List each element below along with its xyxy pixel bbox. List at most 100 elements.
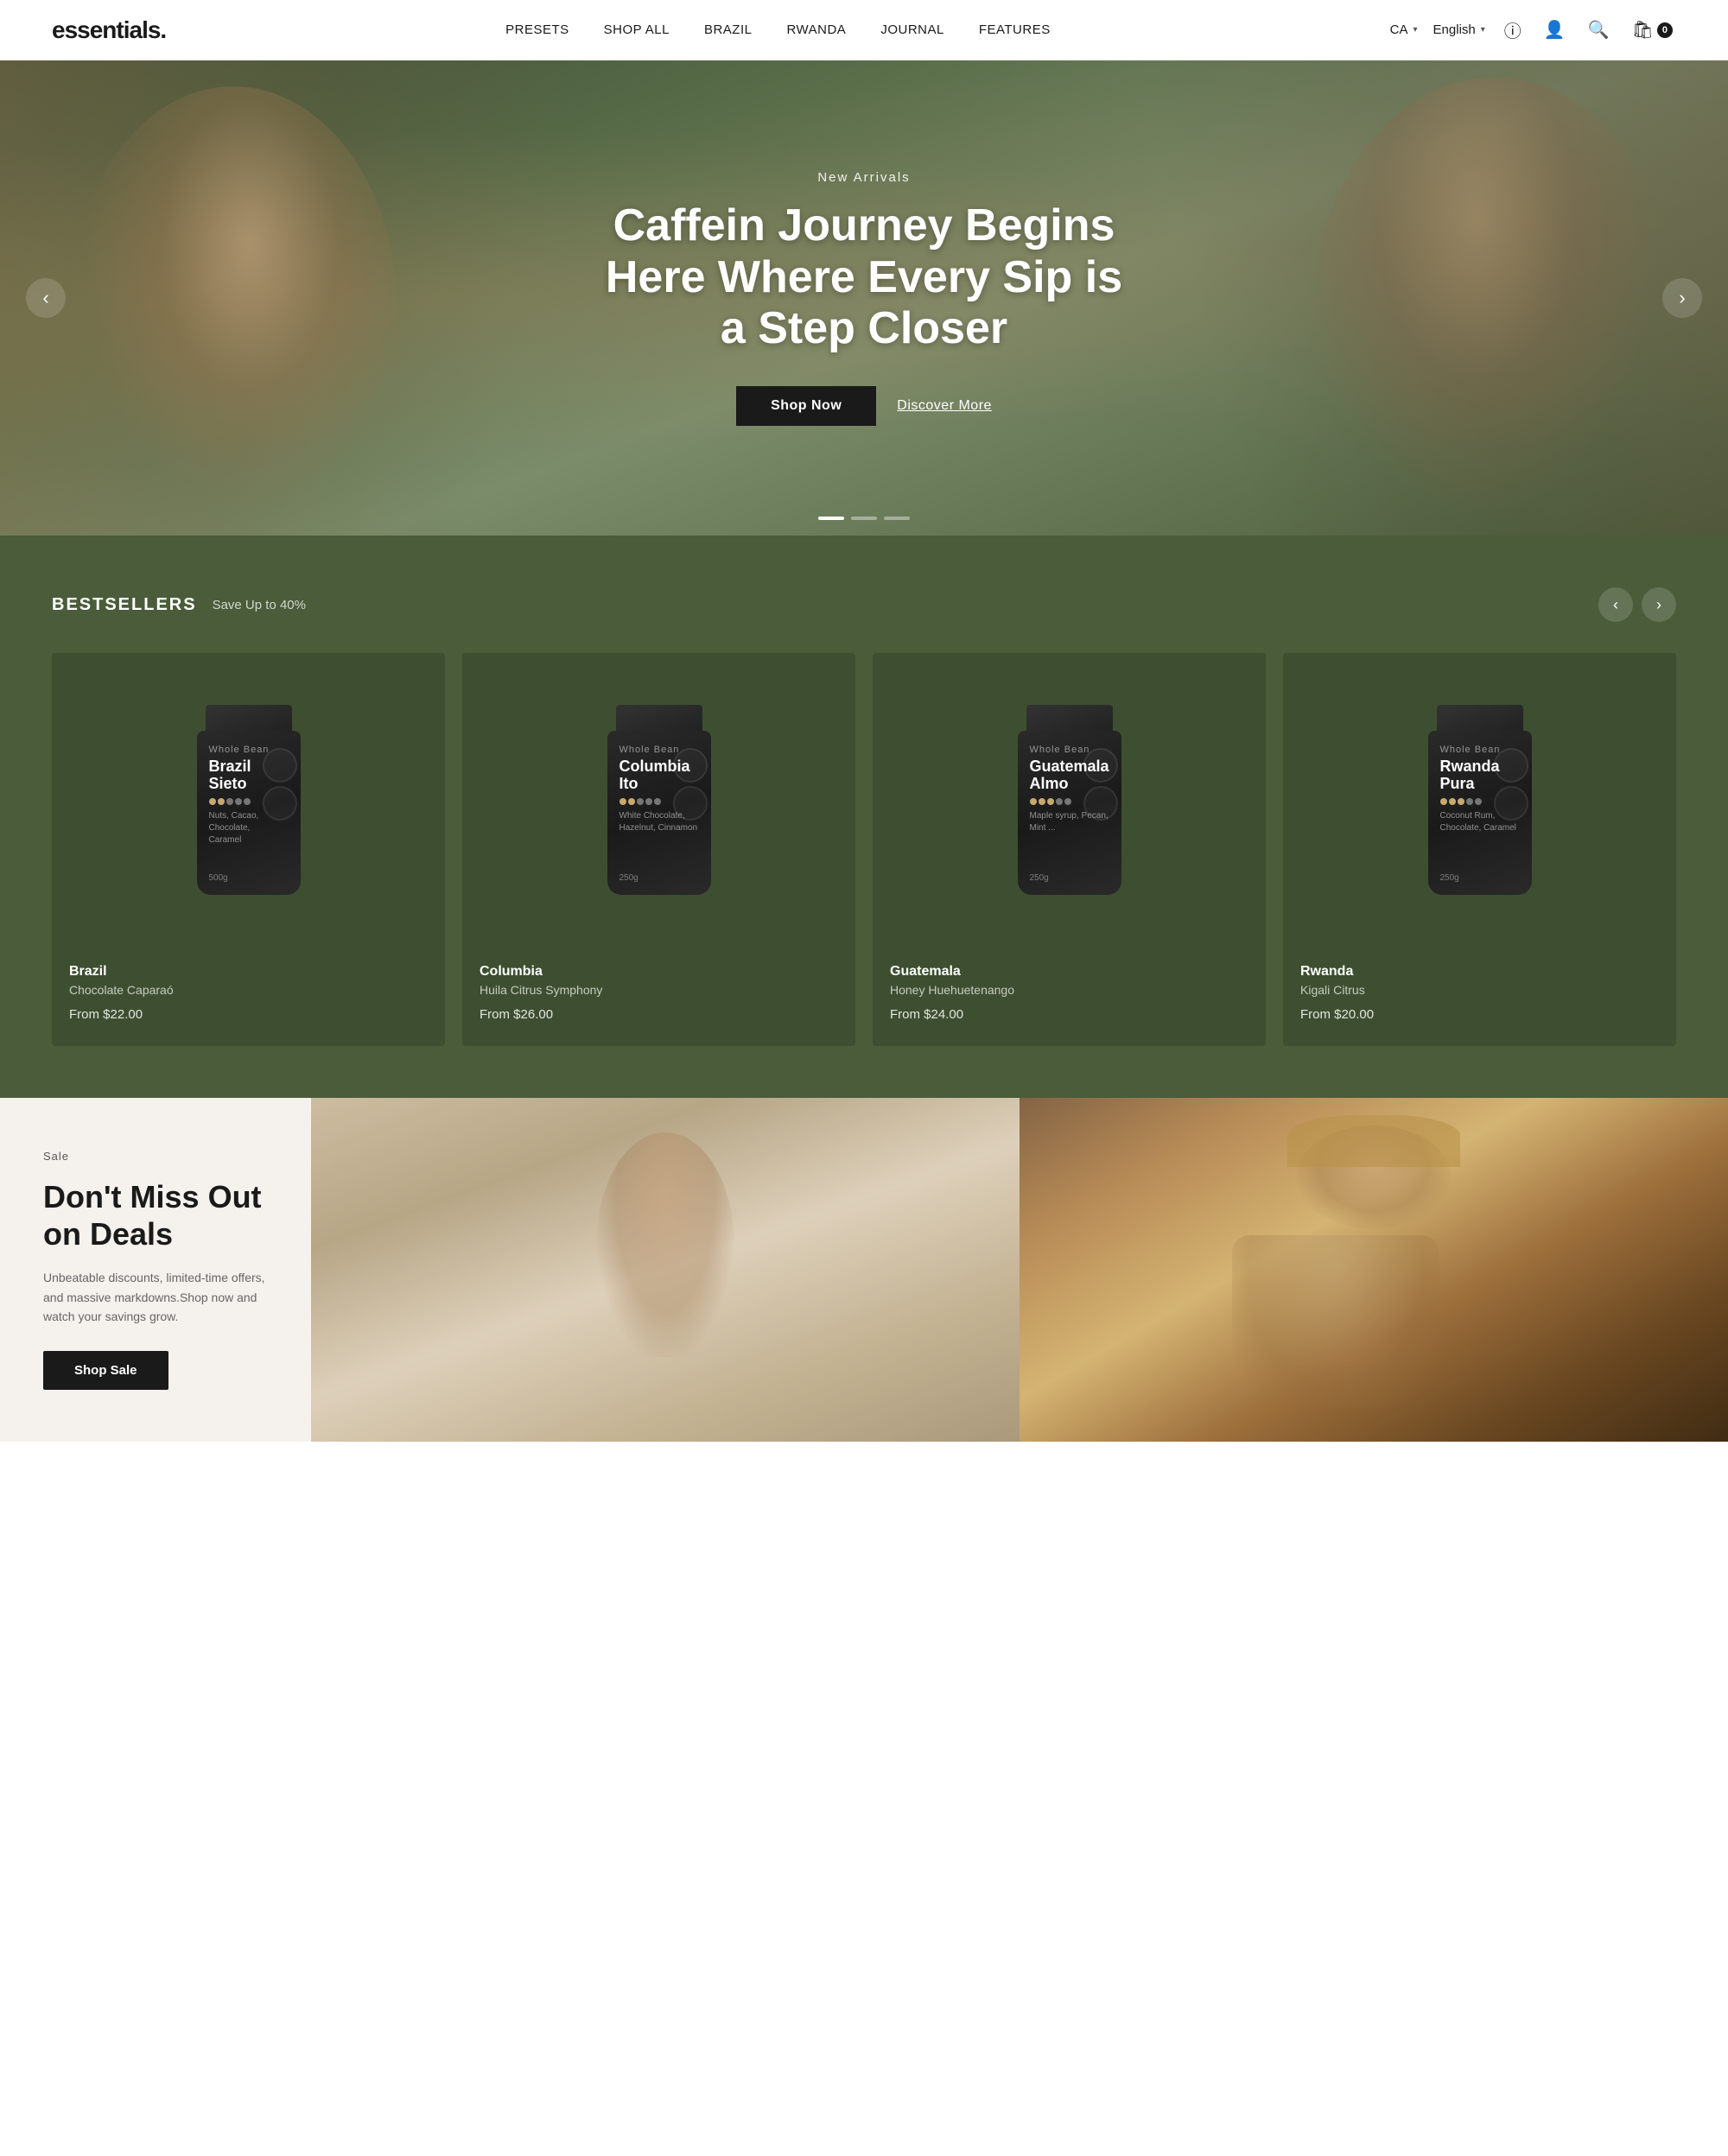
product-region-guatemala: Guatemala (890, 964, 1248, 980)
product-card-rwanda[interactable]: Whole Bean RwandaPura Coconut Rum,Chocol… (1283, 653, 1676, 1046)
circle-2-3 (1083, 786, 1118, 821)
circle-2-4 (1494, 786, 1528, 821)
nav-link-brazil[interactable]: BRAZIL (704, 22, 753, 37)
shop-now-button[interactable]: Shop Now (736, 386, 876, 426)
star-5 (244, 798, 251, 805)
product-card-columbia[interactable]: Whole Bean ColumbiaIto White Chocolate,H… (462, 653, 855, 1046)
star-4 (1056, 798, 1063, 805)
section-header-left: BESTSELLERS Save Up to 40% (52, 595, 306, 615)
hero-dot-1[interactable] (818, 517, 844, 520)
star-5 (1064, 798, 1071, 805)
nav-item-rwanda[interactable]: RWANDA (786, 22, 846, 38)
hero-dot-2[interactable] (851, 517, 877, 520)
hero-dot-3[interactable] (884, 517, 910, 520)
discover-more-button[interactable]: Discover More (897, 398, 992, 414)
section-subtitle: Save Up to 40% (213, 598, 306, 612)
coffee-bag-body: Whole Bean BrazilSieto Nuts, Cacao, Choc… (197, 731, 301, 895)
hero-prev-button[interactable]: ‹ (26, 278, 66, 318)
coffee-bag-rwanda: Whole Bean RwandaPura Coconut Rum,Chocol… (1420, 705, 1541, 895)
language-selector[interactable]: English ▾ (1433, 22, 1485, 37)
coffee-bag-brazil: Whole Bean BrazilSieto Nuts, Cacao, Choc… (188, 705, 309, 895)
hero-next-button[interactable]: › (1662, 278, 1702, 318)
coffee-bag-top-2 (616, 705, 702, 731)
circle-2-2 (673, 786, 708, 821)
image-overlay-1 (311, 1098, 1020, 1442)
star-2 (1039, 798, 1045, 805)
brand-logo[interactable]: essentials. (52, 16, 166, 44)
bag-stars-brazil (209, 798, 251, 805)
hero-dots (818, 517, 910, 520)
hero-tag: New Arrivals (596, 170, 1132, 185)
nav-link-features[interactable]: FEATURES (979, 22, 1051, 37)
country-label: CA (1390, 22, 1408, 37)
nav-item-presets[interactable]: PRESETS (505, 22, 569, 38)
sale-title: Don't Miss Out on Deals (43, 1178, 268, 1252)
coffee-bag-top-3 (1026, 705, 1113, 731)
section-title: BESTSELLERS (52, 595, 197, 615)
hero-section: ‹ New Arrivals Caffein Journey Begins He… (0, 60, 1728, 536)
coffee-bag-circles-4 (1494, 748, 1528, 821)
product-region-rwanda: Rwanda (1300, 964, 1659, 980)
coffee-bag-circles-2 (673, 748, 708, 821)
sale-content: Sale Don't Miss Out on Deals Unbeatable … (0, 1098, 311, 1442)
star-3 (1047, 798, 1054, 805)
bag-stars-columbia (619, 798, 661, 805)
star-4 (235, 798, 242, 805)
star-3 (637, 798, 644, 805)
shop-sale-button[interactable]: Shop Sale (43, 1351, 168, 1390)
products-grid: Whole Bean BrazilSieto Nuts, Cacao, Choc… (52, 653, 1676, 1046)
account-button[interactable]: 👤 (1541, 16, 1569, 44)
coffee-bag-top-4 (1437, 705, 1523, 731)
nav-item-journal[interactable]: JOURNAL (880, 22, 944, 38)
sale-images (311, 1098, 1728, 1442)
product-name-brazil: Chocolate Caparaó (69, 983, 428, 997)
product-price-rwanda: From $20.00 (1300, 1007, 1659, 1022)
hero-person-left-figure (69, 86, 397, 536)
nav-link-journal[interactable]: JOURNAL (880, 22, 944, 37)
navbar-right: CA ▾ English ▾ ⓘ 👤 🔍 🛍 0 (1390, 14, 1676, 46)
nav-item-features[interactable]: FEATURES (979, 22, 1051, 38)
star-4 (1466, 798, 1473, 805)
search-button[interactable]: 🔍 (1585, 16, 1613, 44)
sale-section: Sale Don't Miss Out on Deals Unbeatable … (0, 1098, 1728, 1442)
section-nav: ‹ › (1598, 587, 1676, 622)
sale-image-2-placeholder (1020, 1098, 1728, 1442)
bestsellers-section: BESTSELLERS Save Up to 40% ‹ › Whole Bea… (0, 536, 1728, 1098)
nav-link-rwanda[interactable]: RWANDA (786, 22, 846, 37)
country-selector[interactable]: CA ▾ (1390, 22, 1418, 37)
hero-buttons: Shop Now Discover More (596, 386, 1132, 426)
product-info-brazil: Brazil Chocolate Caparaó From $22.00 (52, 947, 445, 1046)
star-2 (1449, 798, 1456, 805)
product-region-columbia: Columbia (480, 964, 838, 980)
nav-link-shop-all[interactable]: SHOP ALL (604, 22, 670, 37)
star-1 (1030, 798, 1037, 805)
hero-content: New Arrivals Caffein Journey Begins Here… (562, 170, 1166, 426)
star-3 (1458, 798, 1464, 805)
circle-1-4 (1494, 748, 1528, 783)
product-info-columbia: Columbia Huila Citrus Symphony From $26.… (462, 947, 855, 1046)
bag-weight-brazil: 500g (209, 873, 228, 883)
star-2 (218, 798, 225, 805)
product-card-guatemala[interactable]: Whole Bean GuatemalaAlmo Maple syrup, Pe… (873, 653, 1266, 1046)
nav-item-brazil[interactable]: BRAZIL (704, 22, 753, 38)
cart-button[interactable]: 🛍 0 (1629, 16, 1676, 44)
product-card-brazil[interactable]: Whole Bean BrazilSieto Nuts, Cacao, Choc… (52, 653, 445, 1046)
product-image-guatemala: Whole Bean GuatemalaAlmo Maple syrup, Pe… (873, 653, 1266, 947)
nav-link-presets[interactable]: PRESETS (505, 22, 569, 37)
sale-image-2 (1020, 1098, 1728, 1442)
products-next-button[interactable]: › (1642, 587, 1676, 622)
sale-tag: Sale (43, 1150, 69, 1163)
product-name-guatemala: Honey Huehuetenango (890, 983, 1248, 997)
circle-2 (263, 786, 297, 821)
hero-title: Caffein Journey Begins Here Where Every … (596, 200, 1132, 355)
help-button[interactable]: ⓘ (1501, 14, 1525, 46)
products-prev-button[interactable]: ‹ (1598, 587, 1633, 622)
sale-image-1 (311, 1098, 1020, 1442)
sale-image-1-placeholder (311, 1098, 1020, 1442)
nav-item-shop-all[interactable]: SHOP ALL (604, 22, 670, 38)
bag-label-rwanda: Whole Bean (1440, 745, 1501, 755)
product-image-rwanda: Whole Bean RwandaPura Coconut Rum,Chocol… (1283, 653, 1676, 947)
navbar: essentials. PRESETS SHOP ALL BRAZIL RWAN… (0, 0, 1728, 60)
bag-weight-guatemala: 250g (1030, 873, 1049, 883)
bag-label-brazil: Whole Bean (209, 745, 270, 755)
